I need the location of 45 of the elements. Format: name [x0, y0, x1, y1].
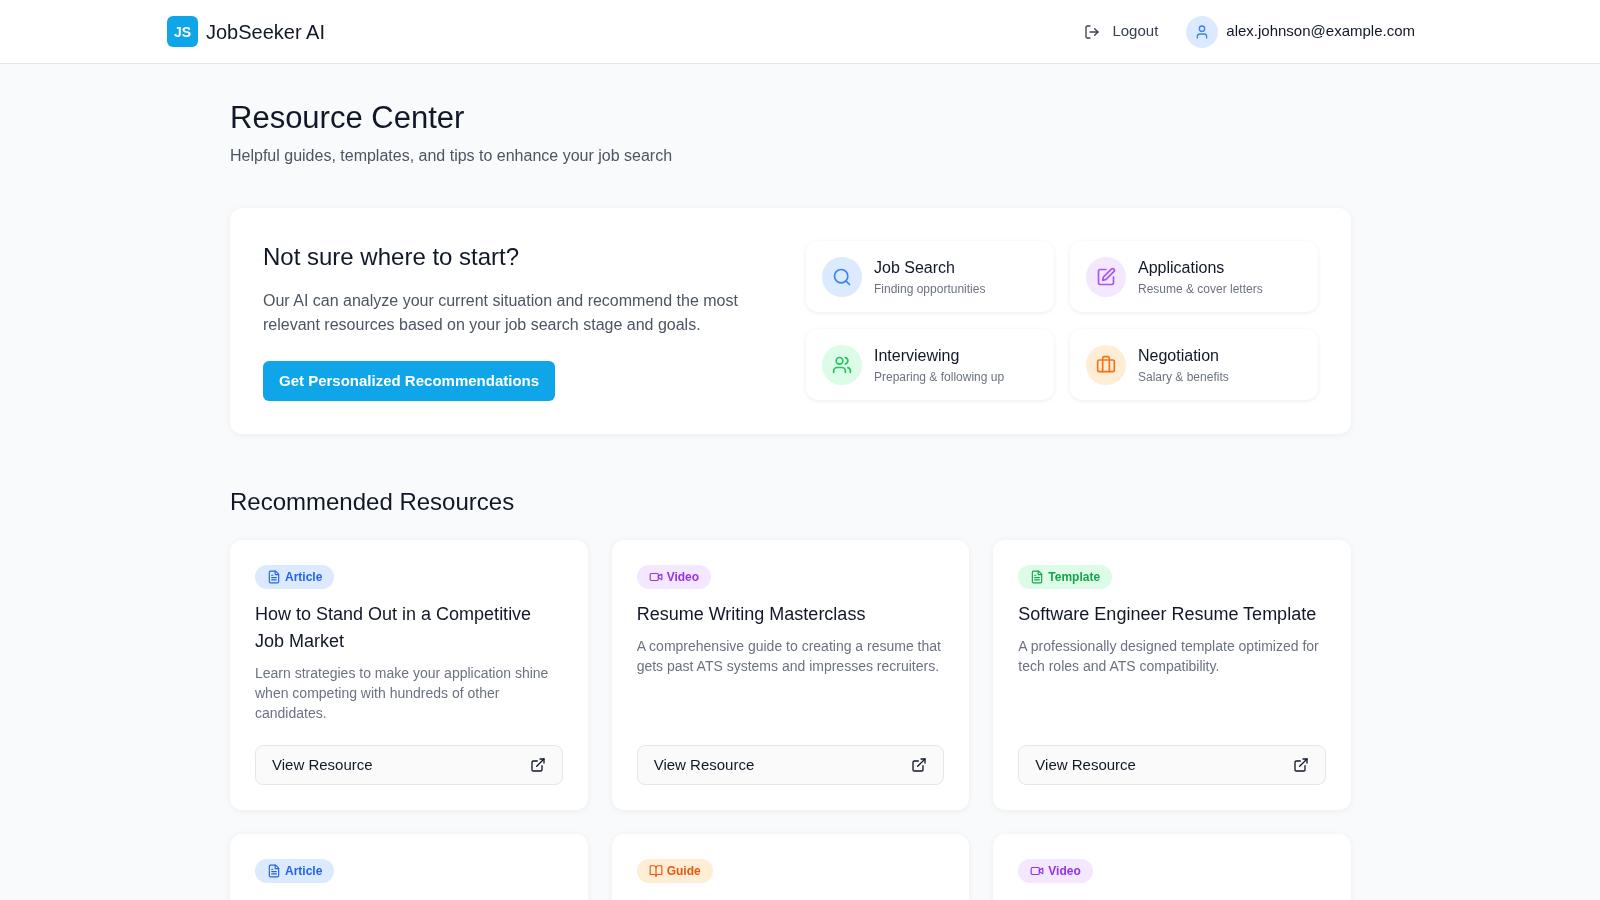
category-card[interactable]: Negotiation Salary & benefits — [1070, 329, 1318, 400]
logo-mark: JS — [167, 16, 198, 47]
view-resource-button[interactable]: View Resource — [636, 745, 945, 785]
external-link-icon — [911, 757, 928, 773]
view-resource-button[interactable]: View Resource — [1018, 745, 1326, 785]
section-title: Recommended Resources — [230, 487, 516, 517]
type-badge: Template — [1018, 565, 1113, 589]
category-title: Job Search — [874, 257, 956, 278]
category-card[interactable]: Applications Resume & cover letters — [1070, 241, 1318, 312]
logout-icon — [1084, 23, 1101, 40]
category-subtitle: Finding opportunities — [874, 280, 986, 298]
user-avatar — [1186, 15, 1219, 48]
category-title: Negotiation — [1138, 345, 1220, 366]
external-link-icon — [1293, 757, 1309, 773]
resource-title: Software Engineer Resume Template — [1018, 603, 1318, 626]
search-icon — [822, 256, 862, 297]
category-title: Applications — [1138, 257, 1226, 278]
category-subtitle: Salary & benefits — [1138, 368, 1229, 386]
category-card[interactable]: Interviewing Preparing & following up — [806, 329, 1054, 400]
view-resource-button[interactable]: View Resource — [255, 745, 563, 785]
resource-description: A professionally designed template optimized for tech roles and ATS compatibility. — [1018, 637, 1320, 676]
resource-description: A comprehensive guide to creating a resume that gets past ATS systems and impresses recruiters. — [636, 637, 942, 676]
category-title: Interviewing — [874, 345, 961, 366]
resource-description: Learn strategies to make your application shine when competing with hundreds of other candidates. — [255, 664, 550, 723]
category-card[interactable]: Job Search Finding opportunities — [806, 241, 1054, 312]
external-link-icon — [529, 757, 546, 773]
type-badge: Article — [255, 565, 335, 589]
type-badge: Guide — [636, 859, 713, 883]
type-badge: Video — [636, 565, 712, 589]
pencil-square-icon — [1086, 256, 1126, 297]
card-description: Our AI can analyze your current situation and recommend the most relevant resources based on your job search stage and goals. — [263, 291, 739, 335]
category-subtitle: Preparing & following up — [874, 368, 1005, 386]
type-badge: Article — [255, 859, 335, 883]
app-name: JobSeeker AI — [206, 19, 325, 45]
logout-button[interactable]: Logout — [1084, 20, 1159, 43]
page-title: Resource Center — [230, 99, 466, 137]
resource-title: Resume Writing Masterclass — [636, 603, 867, 626]
people-icon — [822, 344, 862, 385]
resource-title: How to Stand Out in a Competitive Job Market — [255, 603, 533, 653]
card-title: Not sure where to start? — [263, 242, 521, 272]
briefcase-icon — [1086, 344, 1126, 385]
type-badge: Video — [1018, 859, 1093, 883]
category-subtitle: Resume & cover letters — [1138, 280, 1263, 298]
user-email: alex.johnson@example.com — [1226, 21, 1415, 42]
page-subtitle: Helpful guides, templates, and tips to enhance your job search — [230, 146, 674, 166]
